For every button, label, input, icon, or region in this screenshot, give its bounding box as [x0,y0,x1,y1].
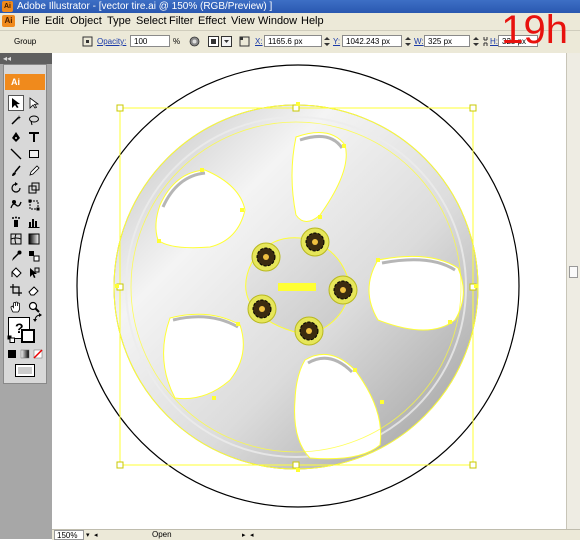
stroke-swatch-icon[interactable] [21,329,35,343]
gradient-tool-icon[interactable] [26,231,42,247]
w-input[interactable]: 325 px [424,35,470,47]
step-label-overlay: 19h [501,8,568,52]
menu-effect[interactable]: Effect [198,13,226,30]
color-mode-icon[interactable] [7,349,17,359]
zoom-dropdown-icon[interactable]: ▾ [86,531,90,541]
ai-logo: Ai [5,74,45,90]
paintbrush-tool-icon[interactable] [8,163,24,179]
line-segment-tool-icon[interactable] [8,146,24,162]
scale-tool-icon[interactable] [26,180,42,196]
free-transform-tool-icon[interactable] [26,197,42,213]
live-paint-bucket-tool-icon[interactable] [8,265,24,281]
eraser-tool-icon[interactable] [26,282,42,298]
recolor-icon[interactable] [189,36,200,47]
menu-help[interactable]: Help [301,13,324,30]
x-label[interactable]: X: [255,31,263,53]
reference-point-icon[interactable] [82,36,93,47]
lug-nut-3 [328,275,358,305]
none-mode-icon[interactable] [33,349,43,359]
opacity-unit: % [173,37,181,46]
screen-mode-icon[interactable] [14,363,36,377]
x-input[interactable]: 1165.6 px [264,35,322,47]
rectangle-tool-icon[interactable] [26,146,42,162]
status-bar: 150% ▾ ◂ Open ▸ ◂ [52,529,580,540]
blend-tool-icon[interactable] [26,248,42,264]
lasso-tool-icon[interactable] [26,112,42,128]
menu-file[interactable]: File [22,13,40,30]
lug-nut-5 [294,316,324,346]
w-stepper-icon[interactable] [472,36,480,47]
w-label[interactable]: W: [414,31,424,53]
menu-view[interactable]: View [231,13,255,30]
tools-panel: Ai ? [3,64,47,384]
pen-tool-icon[interactable] [8,129,24,145]
mesh-tool-icon[interactable] [8,231,24,247]
hand-tool-icon[interactable] [8,299,24,315]
align-options-icon[interactable] [221,36,232,47]
y-stepper-icon[interactable] [404,36,412,47]
pencil-tool-icon[interactable] [26,163,42,179]
eyedropper-tool-icon[interactable] [8,248,24,264]
hscroll-left-icon[interactable]: ◂ [250,531,254,541]
x-stepper-icon[interactable] [323,36,331,47]
opacity-input[interactable]: 100 [130,35,170,47]
opacity-label[interactable]: Opacity: [97,31,126,53]
menu-bar: Ai File Edit Object Type Select Filter E… [0,13,580,31]
selection-type-label: Group [14,37,37,46]
constrain-proportions-icon[interactable] [482,36,489,47]
column-graph-tool-icon[interactable] [26,214,42,230]
app-menu-badge[interactable]: Ai [2,15,15,27]
hub-center-mark [278,283,316,291]
menu-edit[interactable]: Edit [45,13,64,30]
rotate-tool-icon[interactable] [8,180,24,196]
default-fill-stroke-icon[interactable] [7,335,15,343]
artwork-tire [76,64,520,508]
menu-object[interactable]: Object [70,13,102,30]
magic-wand-tool-icon[interactable] [8,112,24,128]
symbol-sprayer-tool-icon[interactable] [8,214,24,230]
control-bar: Group Opacity: 100 % X: 1165.6 px Y: 104… [0,31,580,54]
direct-selection-tool-icon[interactable] [26,95,42,111]
warp-tool-icon[interactable] [8,197,24,213]
y-label[interactable]: Y: [333,31,340,53]
menu-type[interactable]: Type [107,13,131,30]
toolbox-collapse-bar[interactable]: ◂◂ [0,53,52,64]
y-input[interactable]: 1042.243 px [342,35,402,47]
selection-tool-icon[interactable] [8,95,24,111]
menu-window[interactable]: Window [258,13,297,30]
prev-artboard-icon[interactable]: ◂ [94,531,98,541]
vertical-scrollbar[interactable] [566,53,580,529]
window-title: Adobe Illustrator - [vector tire.ai @ 15… [17,1,273,12]
isolate-group-icon[interactable] [208,36,219,47]
swap-fill-stroke-icon[interactable] [33,313,43,323]
status-menu-icon[interactable]: ▸ [242,531,246,541]
lug-nut-4 [247,294,277,324]
app-icon: Ai [2,1,13,12]
gradient-mode-icon[interactable] [20,349,30,359]
type-tool-icon[interactable] [26,129,42,145]
crop-area-tool-icon[interactable] [8,282,24,298]
menu-filter[interactable]: Filter [169,13,193,30]
live-paint-selection-tool-icon[interactable] [26,265,42,281]
vertical-scroll-thumb[interactable] [569,266,578,278]
lug-nut-1 [251,242,281,272]
transform-reference-icon[interactable] [239,36,250,47]
lug-nut-2 [300,227,330,257]
h-label[interactable]: H: [490,31,498,53]
title-bar: Ai Adobe Illustrator - [vector tire.ai @… [0,0,580,13]
document-canvas[interactable] [52,53,566,529]
menu-select[interactable]: Select [136,13,167,30]
